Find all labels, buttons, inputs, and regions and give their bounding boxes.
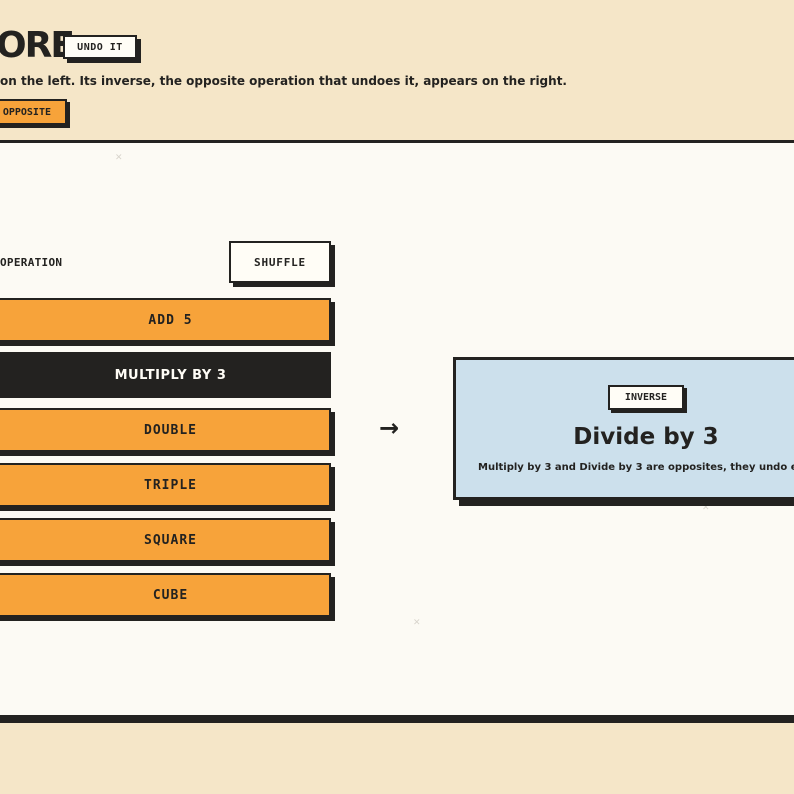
operation-double[interactable]: DOUBLE (0, 408, 331, 452)
app-stage: ORE UNDO IT on the left. Its inverse, th… (0, 0, 794, 794)
operation-add-5[interactable]: ADD 5 (0, 298, 331, 342)
decor-speck: ✕ (702, 503, 710, 513)
arrow-right-icon: → (379, 414, 400, 442)
instructions-text: on the left. Its inverse, the opposite o… (0, 74, 567, 88)
inverse-result-card: INVERSE Divide by 3 Multiply by 3 and Di… (453, 357, 794, 500)
operation-cube[interactable]: CUBE (0, 573, 331, 617)
decor-speck: ✕ (115, 153, 123, 163)
shuffle-button[interactable]: SHUFFLE (229, 241, 331, 283)
inverse-explanation: Multiply by 3 and Divide by 3 are opposi… (478, 462, 794, 473)
operation-square[interactable]: SQUARE (0, 518, 331, 562)
page-title: ORE (0, 25, 75, 66)
operation-multiply-by-3[interactable]: MULTIPLY BY 3 (0, 352, 331, 398)
inverse-tag: INVERSE (608, 385, 684, 410)
inverse-operation-name: Divide by 3 (573, 424, 719, 450)
operation-list-label: OPERATION (0, 256, 63, 269)
operation-triple[interactable]: TRIPLE (0, 463, 331, 507)
undo-button[interactable]: UNDO IT (63, 35, 137, 59)
decor-speck: ✕ (413, 618, 421, 628)
opposite-button[interactable]: OPPOSITE (0, 99, 67, 125)
